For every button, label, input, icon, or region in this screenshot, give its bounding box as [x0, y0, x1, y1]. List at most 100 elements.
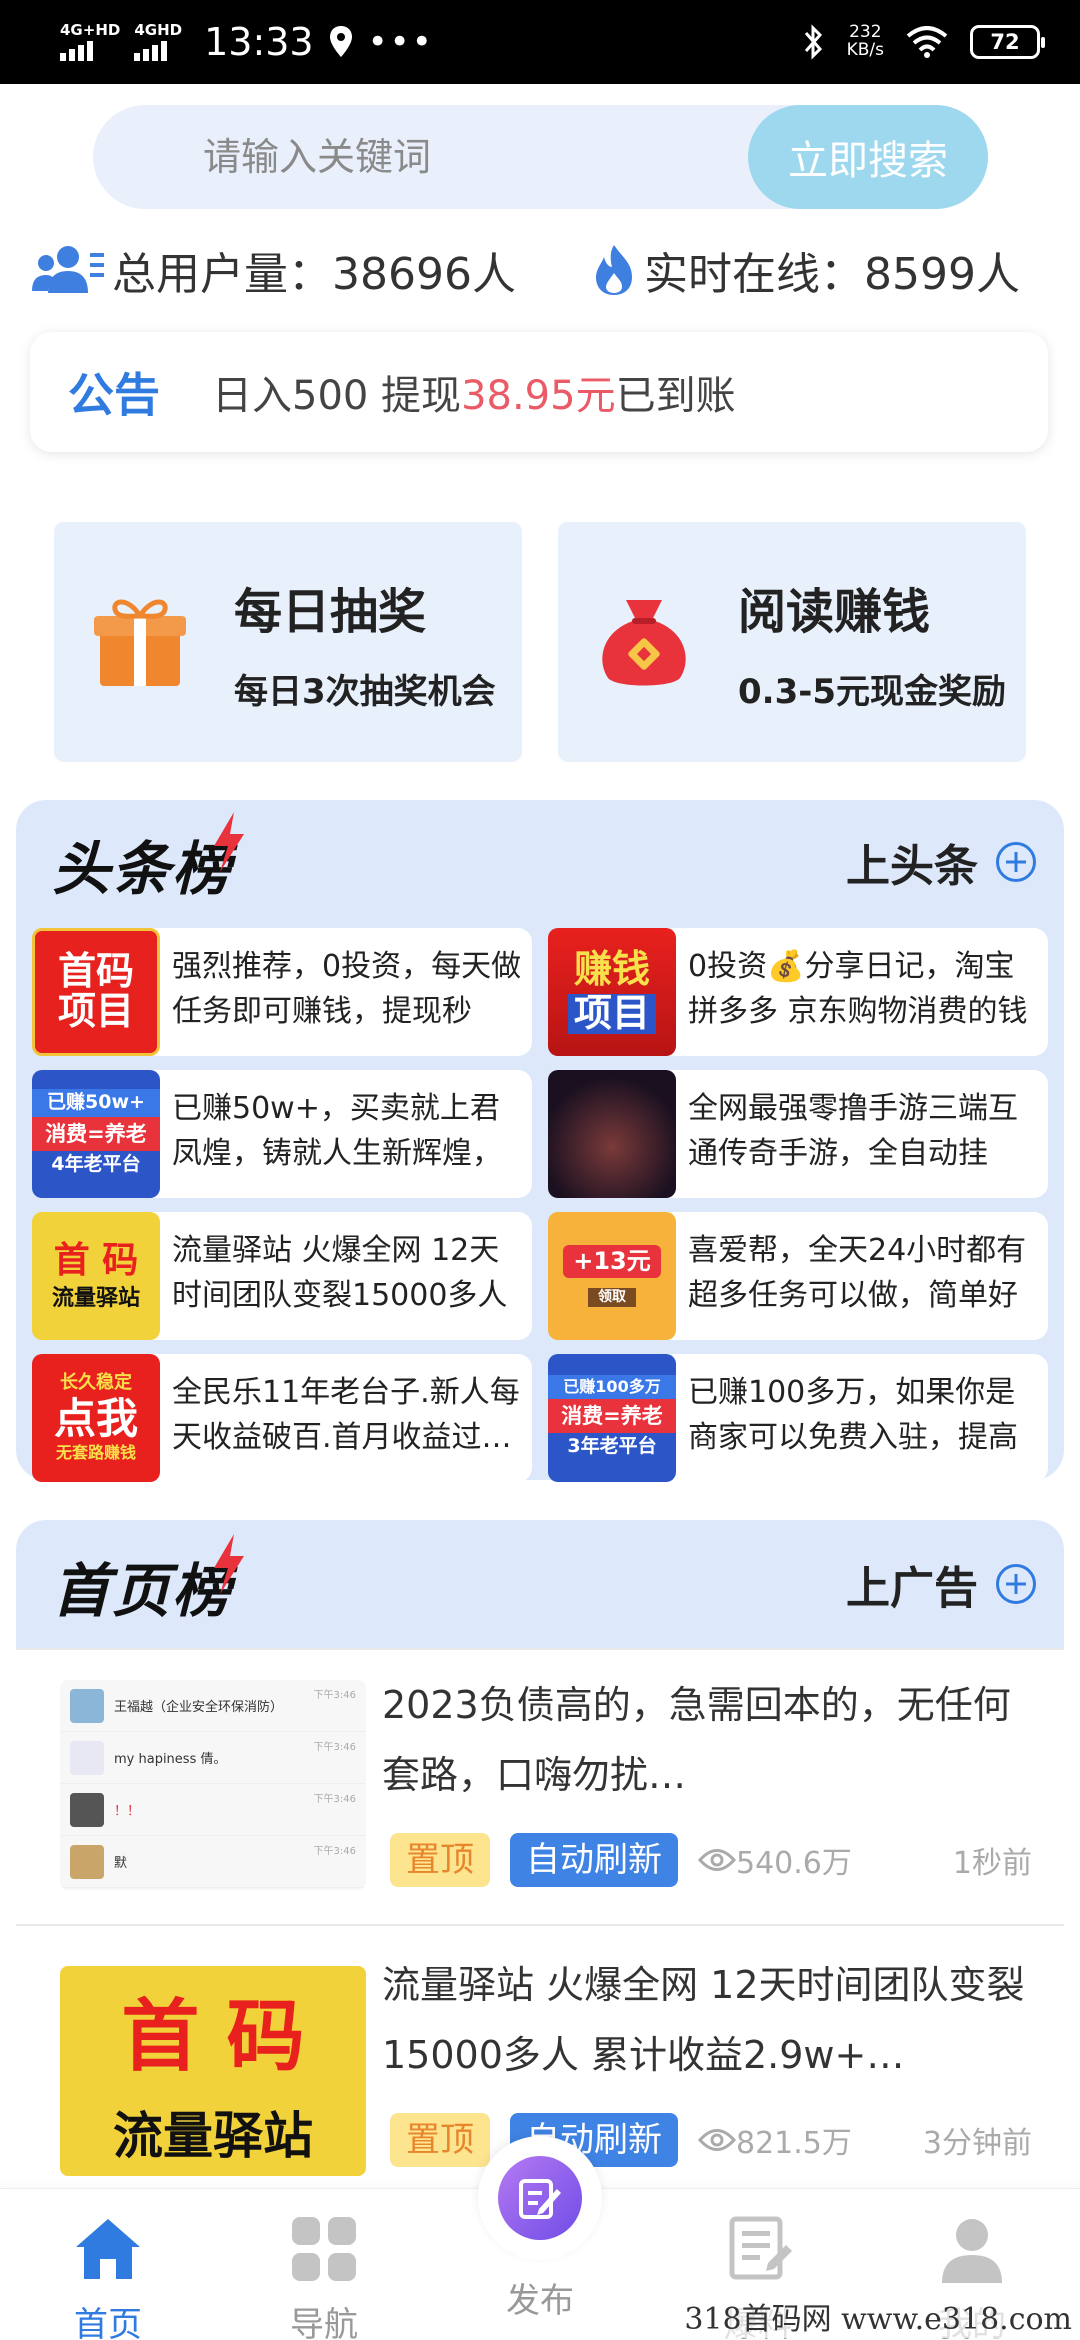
bluetooth-icon: [804, 24, 822, 60]
headline-item[interactable]: 已赚50w+ 消费=养老 4年老平台 已赚50w+，买卖就上君凤煌，铸就人生新辉…: [32, 1070, 532, 1198]
headline-text: 强烈推荐，0投资，每天做任务即可赚钱，提现秒提…: [172, 949, 522, 1040]
headline-text: 全网最强零撸手游三端互通传奇手游，全自动挂机…: [688, 1091, 1018, 1182]
announcement-text-before: 日入500 提现: [212, 373, 462, 419]
chat-row: my hapiness 倩。 下午3:46: [60, 1732, 366, 1784]
chat-row: ！！ 下午3:46: [60, 1784, 366, 1836]
daily-lottery-card[interactable]: 每日抽奖 每日3次抽奖机会: [54, 522, 522, 762]
post-thumbnail: 首 码 流量驿站: [60, 1966, 366, 2176]
headline-rank-title: 头条榜: [52, 835, 233, 903]
document-icon: [729, 2216, 792, 2280]
publish-button[interactable]: [478, 2136, 602, 2260]
publish-icon-bg: [498, 2156, 582, 2240]
online-users-text: 实时在线：8599人: [644, 249, 1020, 300]
nav-navigation[interactable]: 导航: [254, 2213, 394, 2340]
edit-icon: [519, 2179, 561, 2219]
total-users-text: 总用户量：38696人: [112, 249, 516, 300]
headline-thumb: 首码 项目: [32, 928, 160, 1056]
plus-circle-icon: [996, 842, 1036, 882]
headline-item[interactable]: 赚钱 项目 0投资💰分享日记，淘宝 拼多多 京东购物消费的钱 …: [548, 928, 1048, 1056]
post-item[interactable]: 王福越（企业安全环保消防） 下午3:46 my hapiness 倩。 下午3:…: [16, 1650, 1064, 1910]
search-input[interactable]: [203, 105, 723, 209]
auto-refresh-tag: 自动刷新: [510, 1833, 678, 1887]
feature-title: 每日抽奖: [234, 583, 427, 640]
post-title: 2023负债高的，急需回本的，无任何套路，口嗨勿扰…: [382, 1683, 1011, 1797]
headline-item[interactable]: 首 码 流量驿站 流量驿站 火爆全网 12天时间团队变裂15000多人 累…: [32, 1212, 532, 1340]
headline-item[interactable]: 长久稳定 点我 无套路赚钱 全民乐11年老台子.新人每天收益破百.首月收益过…: [32, 1354, 532, 1482]
stats-row: 总用户量：38696人 实时在线：8599人: [32, 235, 1052, 305]
headline-item[interactable]: 首码 项目 强烈推荐，0投资，每天做任务即可赚钱，提现秒提…: [32, 928, 532, 1056]
eye-icon: [698, 2129, 736, 2151]
chat-row: 王福越（企业安全环保消防） 下午3:46: [60, 1680, 366, 1732]
money-bag-icon: [602, 600, 686, 686]
chat-row: 默 下午3:46: [60, 1836, 366, 1888]
plus-circle-icon: [996, 1564, 1036, 1604]
headline-item[interactable]: 全网最强零撸手游三端互通传奇手游，全自动挂机…: [548, 1070, 1048, 1198]
headline-text: 已赚50w+，买卖就上君凤煌，铸就人生新辉煌，要…: [172, 1091, 502, 1182]
announcement-bar[interactable]: 公告 日入500 提现 38.95元 已到账: [30, 332, 1048, 452]
headline-text: 0投资💰分享日记，淘宝 拼多多 京东购物消费的钱 …: [688, 949, 1028, 1040]
fire-icon: [596, 245, 632, 295]
view-count: 540.6万: [698, 1838, 953, 1882]
nav-publish[interactable]: 发布: [470, 2273, 610, 2322]
watermark: 318首码网 www.e318.com: [684, 2294, 1072, 2338]
feature-subtitle: 0.3-5元现金奖励: [738, 671, 1006, 712]
headline-rank-panel: 头条榜 上头条 首码 项目 强烈推荐，0投资，每天做任务即可赚钱，提现秒提… 已…: [16, 800, 1064, 1482]
avatar: [70, 1844, 104, 1879]
battery-icon: 72: [970, 25, 1045, 59]
avatar: [70, 1792, 104, 1827]
more-notifications-icon: •••: [367, 22, 434, 62]
search-bar: 立即搜索: [93, 105, 988, 209]
headline-item[interactable]: +13元 领取 喜爱帮，全天24小时都有超多任务可以做，简单好做…: [548, 1212, 1048, 1340]
network-speed: 232 KB/s: [846, 22, 884, 60]
headline-thumb: +13元 领取: [548, 1212, 676, 1340]
avatar: [70, 1740, 104, 1775]
post-headline-button[interactable]: 上头条: [846, 830, 1036, 894]
read-earn-card[interactable]: 阅读赚钱 0.3-5元现金奖励: [558, 522, 1026, 762]
headline-text: 喜爱帮，全天24小时都有超多任务可以做，简单好做…: [688, 1233, 1027, 1324]
feature-title: 阅读赚钱: [738, 583, 931, 640]
lightning-icon: [214, 812, 244, 872]
eye-icon: [698, 1849, 736, 1871]
headline-text: 已赚100多万，如果你是商家可以免费入驻，提高自…: [688, 1375, 1018, 1466]
post-meta: 置顶 自动刷新 821.5万 3分钟前: [390, 2112, 1050, 2168]
headline-thumb: 首 码 流量驿站: [32, 1212, 160, 1340]
announcement-amount: 38.95元: [461, 373, 616, 419]
online-users-stat: 实时在线：8599人: [592, 238, 1020, 302]
headline-text: 全民乐11年老台子.新人每天收益破百.首月收益过…: [172, 1375, 520, 1455]
lightning-icon: [214, 1534, 244, 1594]
users-icon: [32, 246, 104, 293]
headline-thumb: 已赚100多万 消费=养老 3年老平台: [548, 1354, 676, 1482]
headline-thumb: [548, 1070, 676, 1198]
home-rank-header: 首页榜 上广告: [16, 1520, 1064, 1648]
post-meta: 置顶 自动刷新 540.6万 1秒前: [390, 1832, 1050, 1888]
user-icon: [942, 2219, 1002, 2283]
total-users-stat: 总用户量：38696人: [32, 238, 592, 302]
status-bar: 4G+HD 4GHD 13:33 ••• 232 KB/s 72: [0, 0, 1080, 84]
post-ad-button[interactable]: 上广告: [846, 1552, 1036, 1616]
post-time: 3分钟前: [922, 2126, 1032, 2161]
nav-home[interactable]: 首页: [38, 2213, 178, 2340]
post-time: 1秒前: [952, 1846, 1032, 1881]
headline-thumb: 长久稳定 点我 无套路赚钱: [32, 1354, 160, 1482]
home-rank-title: 首页榜: [52, 1557, 233, 1625]
divider: [16, 1924, 1064, 1926]
wifi-icon: [906, 26, 948, 58]
post-title: 流量驿站 火爆全网 12天时间团队变裂15000多人 累计收益2.9w+…: [382, 1963, 1025, 2077]
headline-thumb: 已赚50w+ 消费=养老 4年老平台: [32, 1070, 160, 1198]
view-count: 821.5万: [698, 2118, 923, 2162]
headline-text: 流量驿站 火爆全网 12天时间团队变裂15000多人 累…: [172, 1233, 508, 1324]
signal-icon-1: 4G+HD: [60, 23, 120, 61]
location-icon: [329, 26, 352, 57]
avatar: [70, 1688, 104, 1723]
headline-item[interactable]: 已赚100多万 消费=养老 3年老平台 已赚100多万，如果你是商家可以免费入驻…: [548, 1354, 1048, 1482]
home-icon: [76, 2219, 140, 2279]
post-thumbnail: 王福越（企业安全环保消防） 下午3:46 my hapiness 倩。 下午3:…: [60, 1680, 366, 1890]
gift-icon: [94, 599, 186, 686]
feature-subtitle: 每日3次抽奖机会: [234, 671, 496, 712]
search-button[interactable]: 立即搜索: [748, 105, 988, 209]
announcement-tag: 公告: [68, 368, 160, 422]
grid-icon: [292, 2217, 356, 2281]
signal-icon-2: 4GHD: [134, 23, 182, 61]
status-time: 13:33: [204, 20, 314, 64]
headline-thumb: 赚钱 项目: [548, 928, 676, 1056]
